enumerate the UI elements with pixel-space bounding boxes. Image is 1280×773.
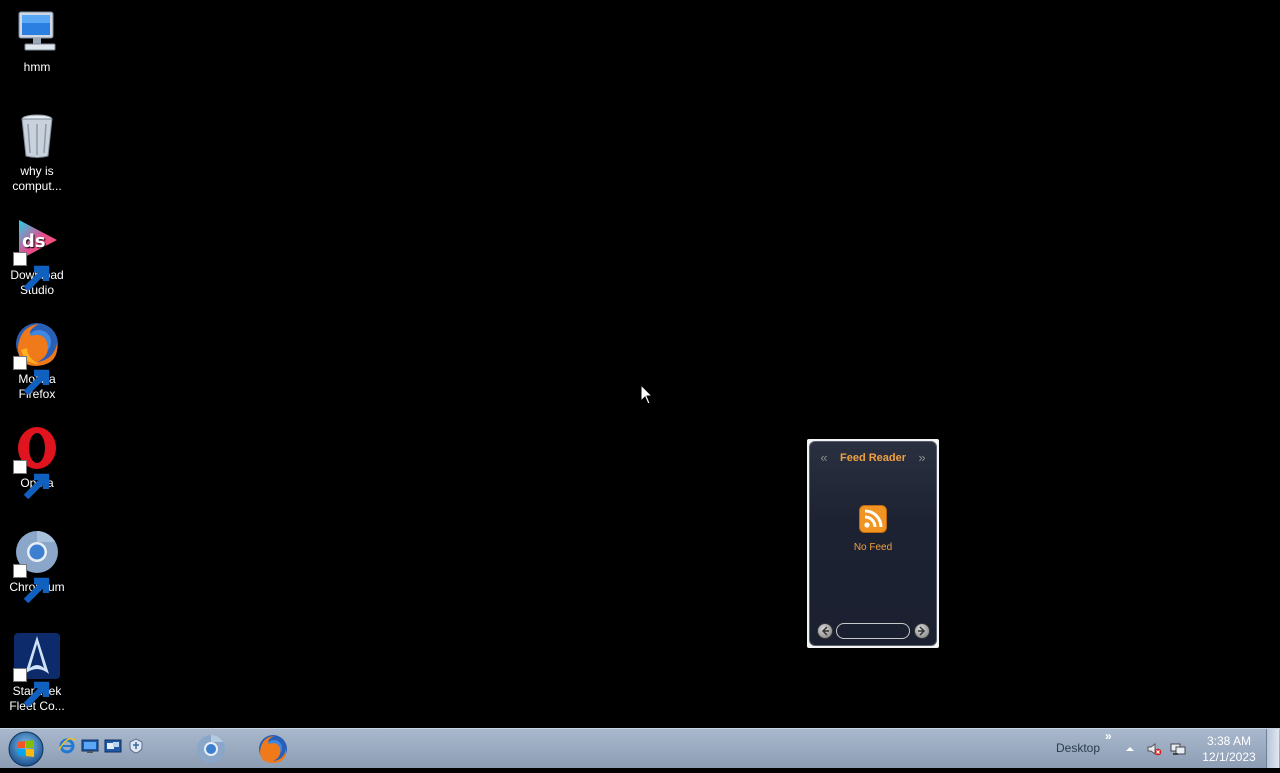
show-hidden-icons-icon[interactable] [1122, 741, 1138, 757]
desktop-icon-label: why is [20, 164, 54, 178]
shortcut-arrow-icon [13, 252, 50, 292]
system-clock[interactable]: 3:38 AM 12/1/2023 [1196, 733, 1262, 765]
desktop-toolbar-chevron[interactable]: » [1105, 729, 1112, 743]
computer-icon [13, 8, 61, 56]
svg-text:ds: ds [22, 231, 46, 252]
desktop-icon-chromium[interactable]: Chromium [0, 528, 74, 604]
desktop-icon-hmm[interactable]: hmm [0, 8, 74, 75]
shortcut-arrow-icon [13, 564, 50, 604]
desktop-icon-recycle-bin[interactable]: why is comput... [0, 112, 74, 194]
feed-reader-panel: « Feed Reader » No Feed [809, 441, 937, 646]
desktop-icon-label: hmm [23, 60, 51, 74]
next-feed-button[interactable]: » [914, 448, 930, 468]
recycle-bin-icon [13, 112, 61, 160]
show-desktop-button[interactable] [1266, 729, 1279, 768]
clock-date: 12/1/2023 [1202, 750, 1256, 764]
desktop-icon-opera[interactable]: Opera [0, 424, 74, 500]
scroll-left-button[interactable] [817, 623, 833, 639]
opera-icon [13, 424, 61, 500]
feed-reader-gadget[interactable]: « Feed Reader » No Feed [807, 439, 939, 648]
switch-windows-icon[interactable] [104, 737, 122, 755]
taskbar: Desktop » 3:38 AM 12/1/2023 [0, 728, 1280, 768]
clock-time: 3:38 AM [1206, 734, 1252, 748]
taskbar-chromium[interactable] [193, 731, 229, 767]
volume-muted-icon[interactable] [1146, 741, 1162, 757]
firefox-icon [13, 320, 61, 396]
shortcut-arrow-icon [13, 668, 50, 708]
shortcut-arrow-icon [13, 356, 50, 396]
firefox-icon [259, 735, 287, 763]
rss-icon [859, 505, 887, 533]
star-trek-icon [13, 632, 61, 708]
desktop-icon-star-trek[interactable]: Star Trek Fleet Co... [0, 632, 74, 714]
network-icon[interactable] [127, 737, 145, 755]
taskbar-firefox[interactable] [255, 731, 291, 767]
internet-explorer-icon[interactable] [58, 737, 76, 755]
download-studio-icon: ds [13, 216, 61, 292]
show-desktop-icon[interactable] [81, 737, 99, 755]
desktop-icon-mozilla-firefox[interactable]: Mozilla Firefox [0, 320, 74, 402]
desktop: hmm why is comput... ds Download Studio … [0, 0, 1280, 728]
shortcut-arrow-icon [13, 460, 50, 500]
chromium-icon [13, 528, 61, 604]
desktop-icon-label: comput... [12, 179, 62, 193]
mouse-cursor-icon [640, 383, 654, 406]
feed-status: No Feed [853, 542, 893, 553]
desktop-icon-download-studio[interactable]: ds Download Studio [0, 216, 74, 298]
feed-scroll-bar[interactable] [836, 623, 910, 639]
start-button[interactable] [6, 730, 46, 768]
scroll-right-button[interactable] [914, 623, 930, 639]
network-status-icon[interactable] [1170, 741, 1186, 757]
desktop-toolbar-label[interactable]: Desktop [1056, 741, 1100, 755]
chromium-icon [197, 735, 225, 763]
